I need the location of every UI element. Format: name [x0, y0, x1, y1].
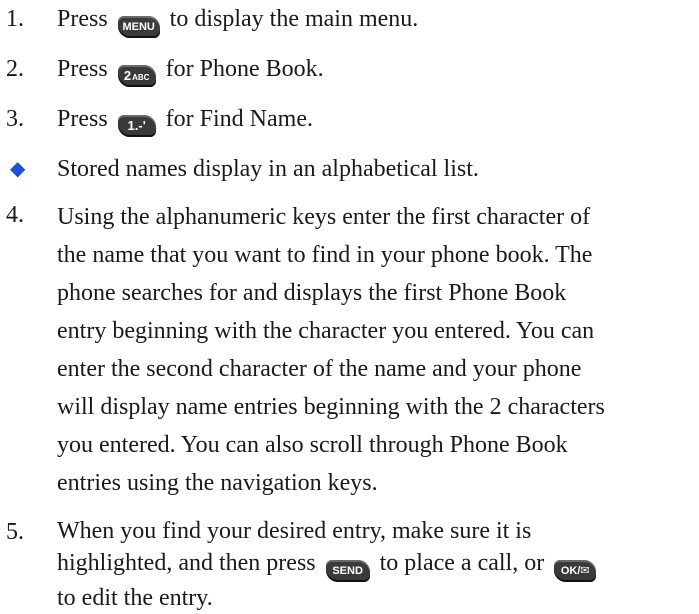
ok-message-key-icon: OK/✉ [554, 560, 597, 582]
step-4-line: will display name entries beginning with… [57, 394, 605, 420]
step-text: Press 2ABC for Phone Book. [57, 52, 324, 87]
menu-key-icon: MENU [117, 16, 160, 38]
step-number: 1. [6, 6, 24, 32]
step-number: 2. [6, 56, 24, 82]
step-4-line: you entered. You can also scroll through… [57, 432, 568, 458]
step-number: 4. [6, 202, 24, 228]
step-text-post: for Phone Book. [159, 56, 324, 82]
step-text: Press MENU to display the main menu. [57, 2, 418, 38]
step-5-line: When you find your desired entry, make s… [57, 518, 532, 544]
step-text-pre: Press [57, 6, 114, 32]
instruction-page: 1. Press MENU to display the main menu. … [0, 0, 699, 613]
key-2-label: 2 [123, 68, 132, 83]
send-key-icon: SEND [325, 560, 370, 582]
step-4-line: phone searches for and displays the firs… [57, 280, 567, 306]
step-5-text-mid: to place a call, or [373, 550, 551, 576]
step-4-line: Using the alphanumeric keys enter the fi… [57, 204, 591, 230]
step-5-text: When you find your desired entry, make s… [57, 515, 600, 614]
step-4-line: enter the second character of the name a… [57, 356, 582, 382]
step-text-post: to display the main menu. [163, 6, 419, 32]
step-number: 5. [6, 519, 24, 545]
key-2-sub-label: ABC [132, 73, 150, 82]
step-number: 3. [6, 106, 24, 132]
step-4-line: the name that you want to find in your p… [57, 242, 593, 268]
step-text-pre: Press [57, 56, 114, 82]
diamond-bullet-icon: ◆ [10, 158, 26, 180]
key-1-icon: 1.-' [117, 115, 156, 137]
step-4-line: entry beginning with the character you e… [57, 318, 595, 344]
step-text-post: for Find Name. [159, 106, 313, 132]
step-4-line: entries using the navigation keys. [57, 470, 378, 496]
step-4-text: Using the alphanumeric keys enter the fi… [57, 198, 605, 502]
step-5-text-pre: highlighted, and then press [57, 550, 322, 576]
step-text: Press 1.-' for Find Name. [57, 102, 313, 137]
bullet-text: Stored names display in an alphabetical … [57, 156, 479, 182]
step-5-line: highlighted, and then press SEND to plac… [57, 547, 600, 582]
step-5-line: to edit the entry. [57, 585, 213, 611]
key-2-abc-icon: 2ABC [117, 65, 156, 87]
step-text-pre: Press [57, 106, 114, 132]
